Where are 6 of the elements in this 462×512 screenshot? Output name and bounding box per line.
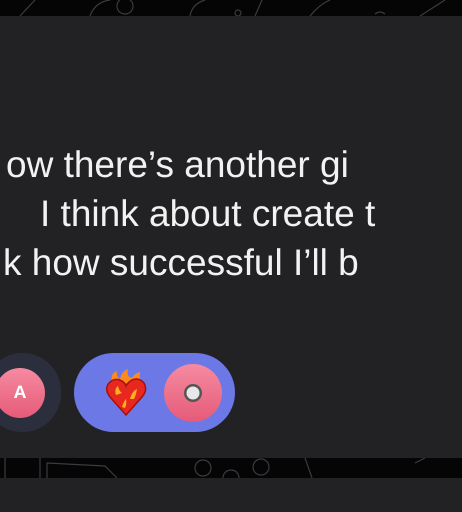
message-text: k how successful I’ll b	[2, 241, 360, 285]
reaction-chip[interactable]: A	[0, 353, 61, 432]
avatar: A	[0, 368, 45, 418]
message-text: I think about create t	[39, 192, 376, 236]
button-icon	[183, 382, 203, 402]
message-text: ow there’s another gi	[5, 143, 350, 187]
